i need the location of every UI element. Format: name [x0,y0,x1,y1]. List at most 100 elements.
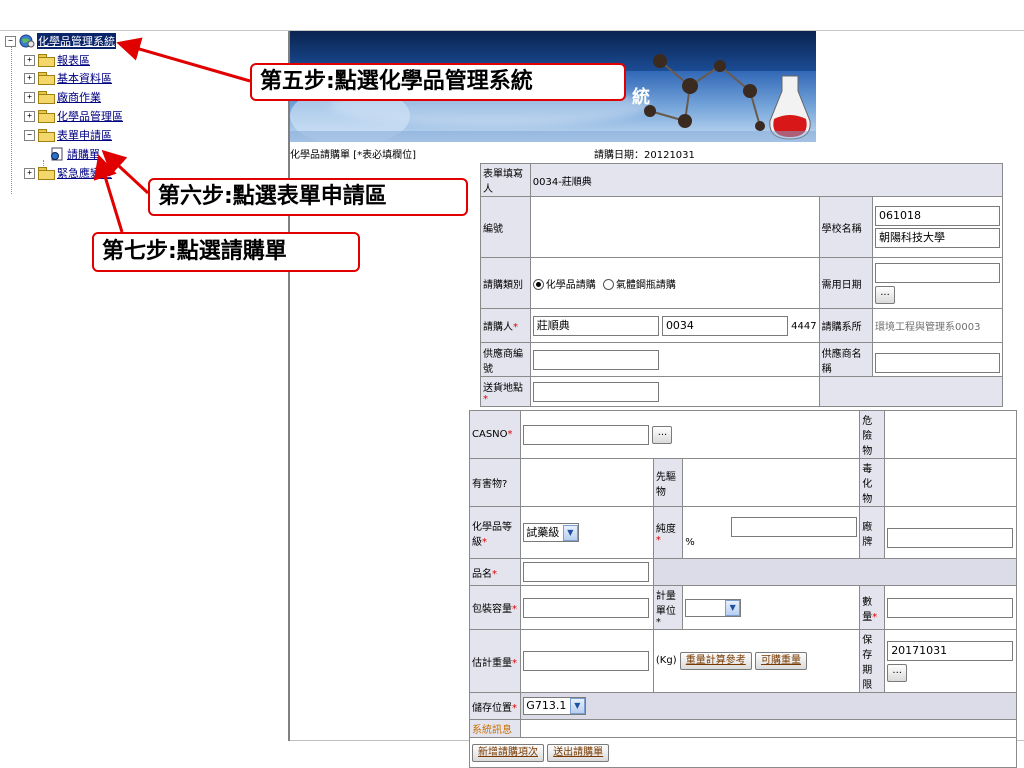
tree-item-vendor[interactable]: + 廠商作業 [24,89,101,105]
purchase-date: 請購日期：20121031 [594,146,695,161]
requester-id-field[interactable]: 0034 [661,315,788,336]
number-label: 編號 [480,196,531,258]
tree-item-purchase-order[interactable]: 請購單 [50,146,100,162]
tree-root[interactable]: − 化學品管理系統 [5,33,116,49]
supplier-name-field[interactable] [875,352,1000,373]
arrow-step6 [101,149,150,195]
purity-field[interactable] [731,517,858,537]
casno-label: CASNO* [468,410,522,459]
tree-item-label[interactable]: 化學品管理區 [57,108,123,124]
tree-item-reports[interactable]: + 報表區 [24,52,90,68]
qty-cell [884,585,1017,630]
unit-select[interactable]: ▼ [685,598,742,617]
brand-field[interactable] [887,527,1014,548]
brand-cell [884,506,1017,559]
need-date-field[interactable] [875,262,1000,283]
radio-gas-cylinder-label[interactable]: 氣體鋼瓶請購 [616,280,676,291]
radio-gas-cylinder[interactable] [602,279,614,290]
tree-item-form-application[interactable]: − 表單申請區 [24,127,112,143]
school-name-field[interactable]: 朝陽科技大學 [875,228,1000,248]
tree-item-basic-data[interactable]: + 基本資料區 [24,70,112,86]
school-code-field[interactable]: 061018 [875,206,1000,226]
tree-item-label[interactable]: 表單申請區 [57,127,112,143]
expand-icon[interactable]: + [24,54,35,66]
expand-icon[interactable]: + [24,72,35,84]
casno-field[interactable] [523,424,650,445]
weight-unit: (Kg) [655,655,677,666]
chemical-detail-table: CASNO* ... 危險物 有害物? 先驅物 毒化物 化學品等級* 試藥級 ▼… [468,410,1018,768]
delivery-field[interactable] [532,381,659,402]
dropdown-arrow-icon[interactable]: ▼ [725,599,741,616]
grade-select-value[interactable]: 試藥級 [526,526,559,539]
dept-value: 環境工程與管理系0003 [872,308,1003,343]
grade-label: 化學品等級* [468,506,522,559]
storage-select-value[interactable]: G713.1 [526,699,566,712]
requester-label-text: 請購人 [483,322,513,333]
tree-item-label[interactable]: 緊急應變區 [57,165,112,181]
system-globe-icon [19,34,35,48]
supplier-no-field[interactable] [532,349,659,370]
required-mark: * [512,702,517,714]
tree-item-label[interactable]: 基本資料區 [57,70,112,86]
weight-actions: (Kg) 重量計算參考 可購重量 [652,629,861,693]
package-cell [520,585,654,630]
tree-root-label[interactable]: 化學品管理系統 [37,33,116,49]
required-mark: * [512,604,517,615]
supplier-name-cell [872,342,1003,377]
qty-label: 數量* [859,585,886,630]
required-mark: * [492,568,497,580]
grade-cell: 試藥級 ▼ [520,506,654,559]
grade-label-text: 化學品等級 [472,521,512,548]
submit-order-button[interactable]: 送出請購單 [547,743,610,762]
dropdown-arrow-icon[interactable]: ▼ [569,698,585,714]
requester-name-field[interactable]: 莊順典 [532,315,659,336]
filler-value: 0034-莊順典 [529,163,1004,197]
unit-label: 計量單位* [652,585,684,630]
weight-reference-button[interactable]: 重量計算參考 [679,652,752,670]
tree-item-label[interactable]: 廠商作業 [57,89,101,105]
purity-unit: % [685,537,695,548]
folder-icon [38,167,55,180]
delivery-label: 送貨地點* [480,376,531,407]
dropdown-arrow-icon[interactable]: ▼ [562,525,578,541]
expand-icon[interactable]: + [24,110,35,122]
harmful-label: 有害物? [468,458,522,507]
need-date-picker-button[interactable]: ... [875,285,895,304]
folder-icon [38,110,55,123]
weight-label-text: 估計重量 [472,657,512,669]
toxic-value [884,458,1017,507]
grade-select[interactable]: 試藥級 ▼ [523,523,579,542]
required-mark: * [513,322,518,333]
tree-item-label[interactable]: 報表區 [57,52,90,68]
weight-field[interactable] [523,651,650,671]
supplier-no-label: 供應商編號 [480,342,531,377]
radio-chemical[interactable] [532,279,544,290]
shelf-life-field[interactable]: 20171031 [887,640,1014,661]
qty-field[interactable] [887,597,1014,618]
harmful-value [520,458,654,507]
tree-item-emergency[interactable]: + 緊急應變區 [24,165,112,181]
radio-chemical-label[interactable]: 化學品請購 [546,280,596,291]
add-item-button[interactable]: 新增請購項次 [472,743,544,762]
name-label-text: 品名 [472,568,492,580]
collapse-icon[interactable]: − [5,35,16,47]
casno-lookup-button[interactable]: ... [652,425,673,444]
package-field[interactable] [523,597,650,618]
expand-icon[interactable]: + [24,91,35,103]
buyable-weight-button[interactable]: 可購重量 [754,652,807,670]
name-field[interactable] [523,562,650,582]
tree-item-label[interactable]: 請購單 [67,146,100,162]
document-icon [51,147,63,161]
storage-select[interactable]: G713.1 ▼ [523,697,586,715]
collapse-icon[interactable]: − [24,129,35,141]
folder-icon [38,72,55,85]
tree-item-chemical-mgmt[interactable]: + 化學品管理區 [24,108,123,124]
category-label: 請購類別 [480,257,531,309]
need-date-cell: ... [872,257,1003,309]
precursor-label: 先驅物 [652,458,684,507]
required-mark: * [507,429,513,440]
shelf-life-picker-button[interactable]: ... [887,663,908,682]
supplier-no-cell [529,342,820,377]
name-cell [520,558,654,586]
expand-icon[interactable]: + [24,167,35,179]
